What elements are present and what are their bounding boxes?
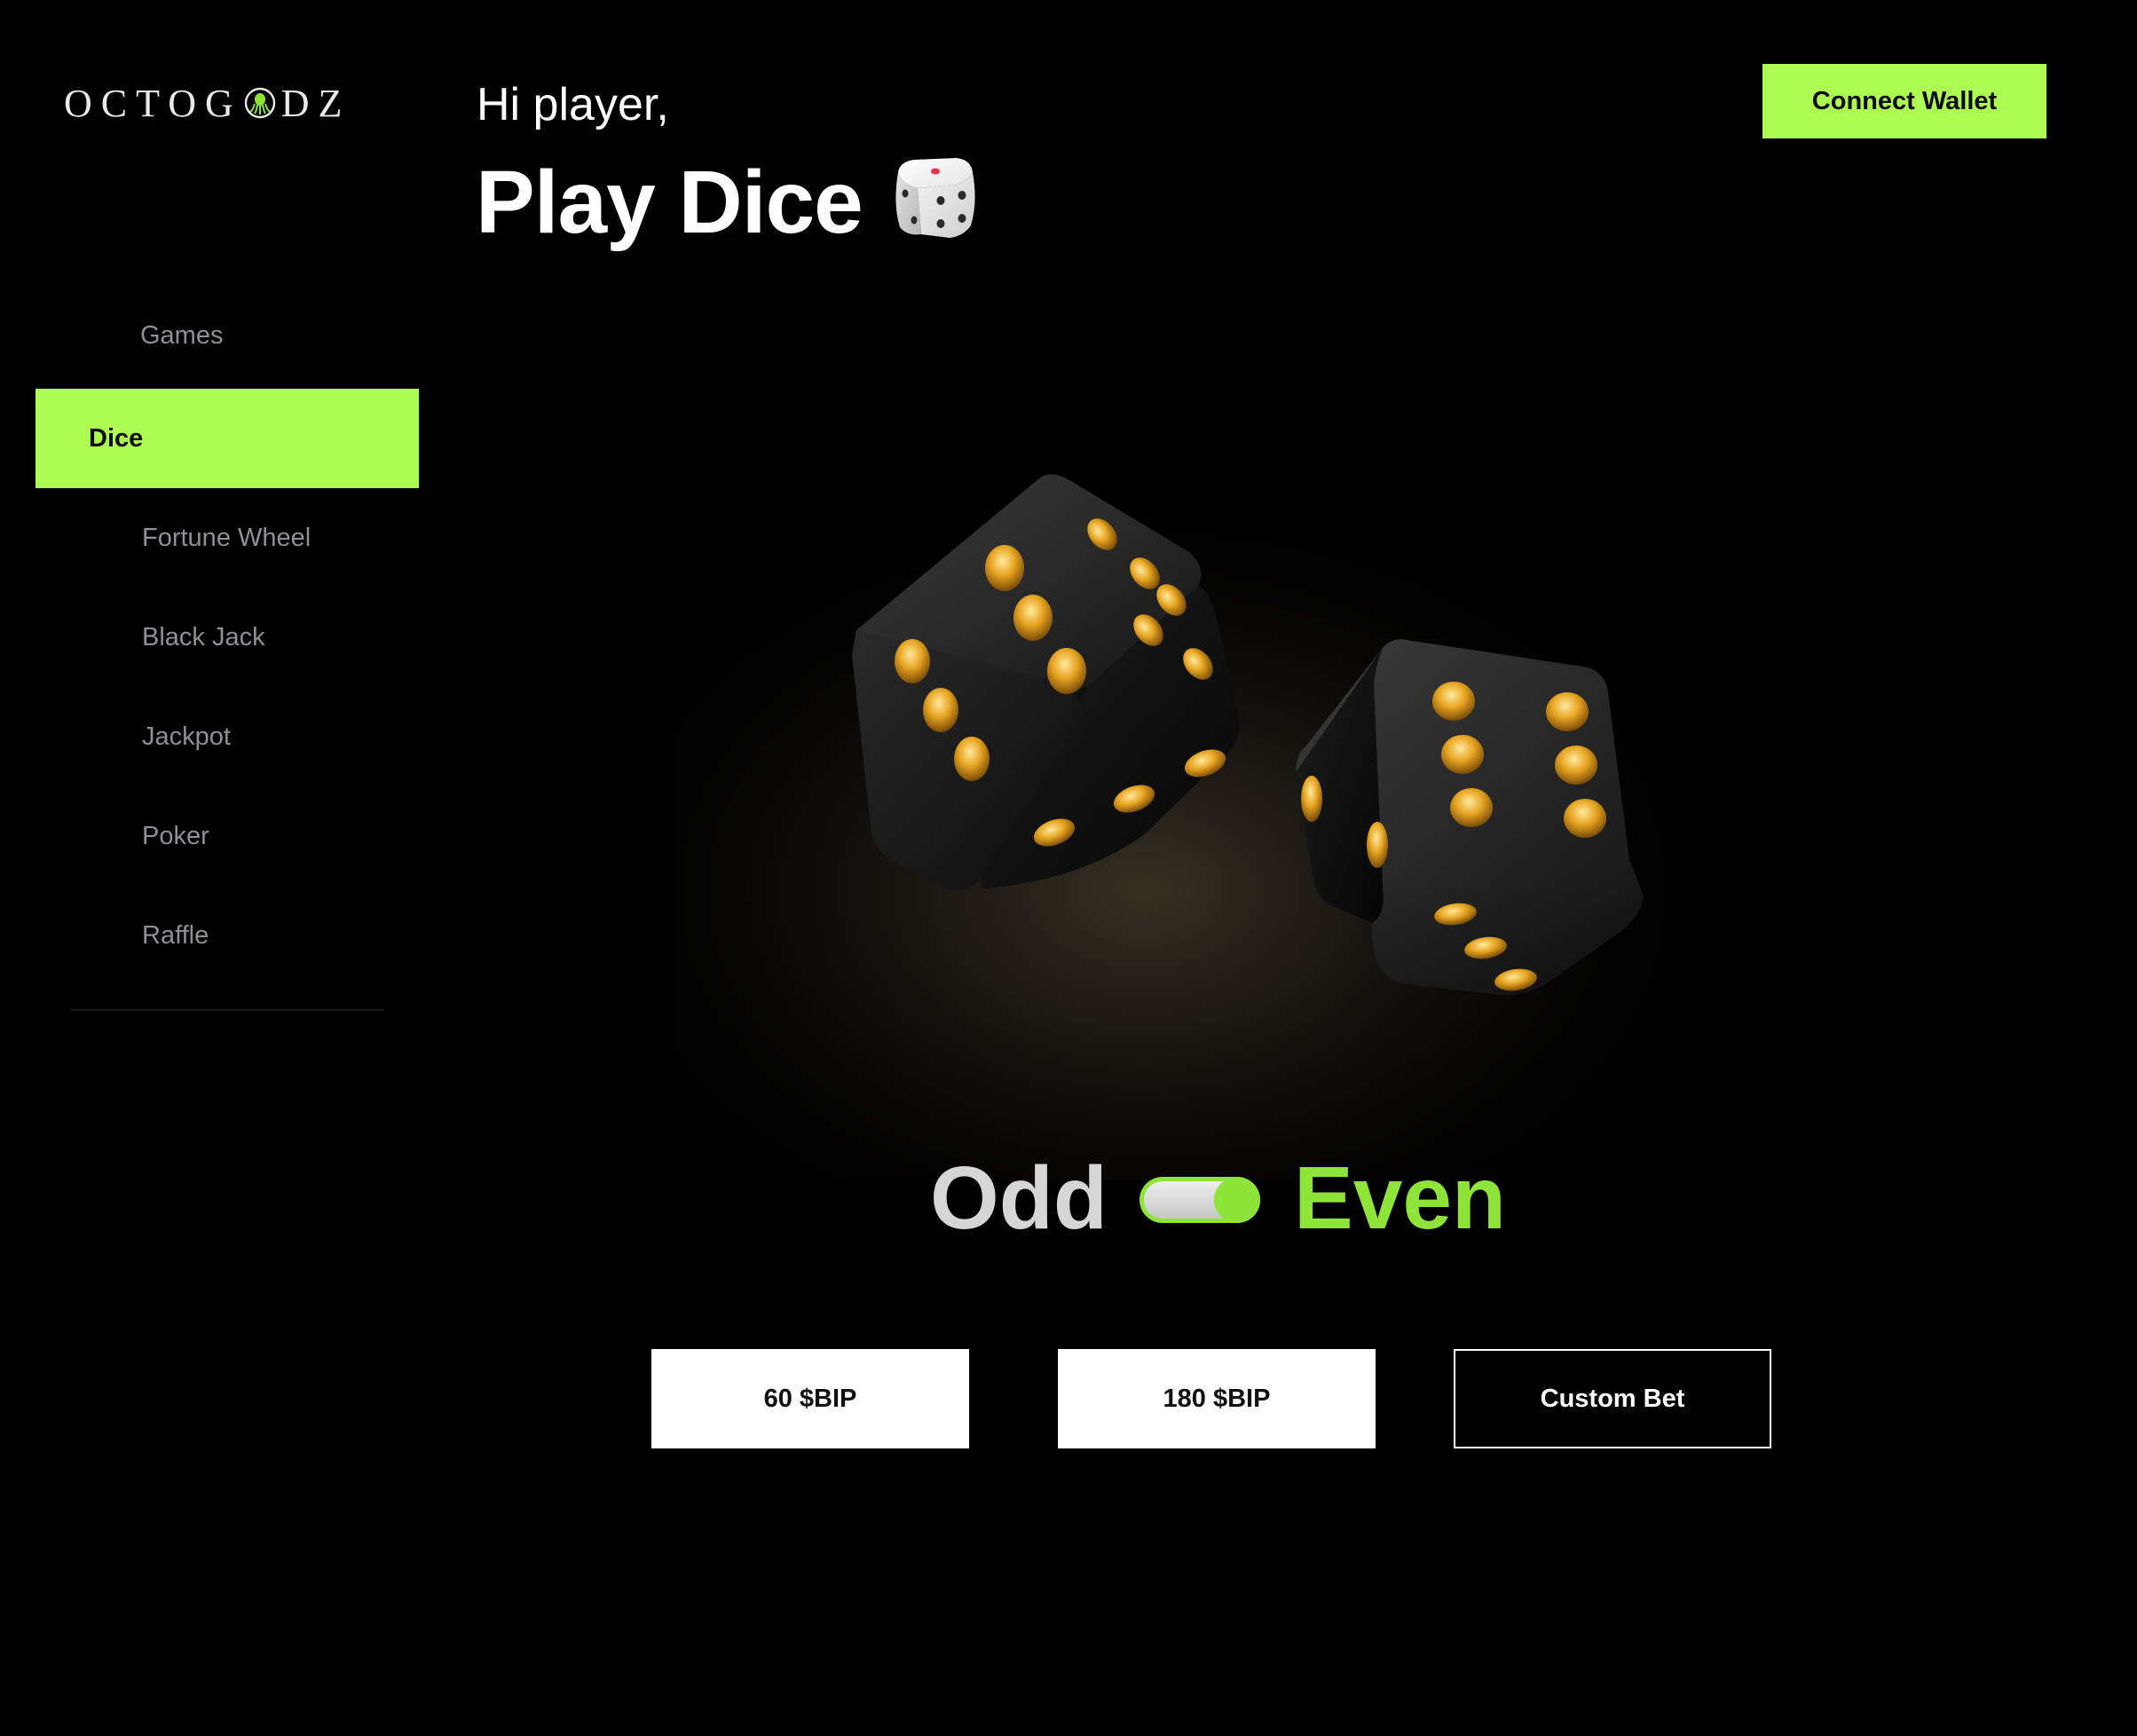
sidebar-item-poker[interactable]: Poker	[35, 786, 419, 886]
page-title: Play Dice	[476, 153, 863, 252]
sidebar-item-label: Poker	[142, 821, 209, 850]
sidebar-item-label: Black Jack	[142, 622, 265, 651]
connect-wallet-button[interactable]: Connect Wallet	[1762, 64, 2046, 138]
die-icon	[895, 158, 975, 238]
brand-logo-image: OCTOG DZ	[64, 81, 351, 125]
dice-illustration	[674, 417, 1793, 1180]
sidebar-item-label: Raffle	[142, 920, 209, 950]
greeting-text: Hi player,	[477, 79, 669, 130]
sidebar-item-label: Fortune Wheel	[142, 523, 311, 552]
bet-180-button[interactable]: 180 $BIP	[1058, 1349, 1376, 1448]
custom-bet-button[interactable]: Custom Bet	[1454, 1349, 1771, 1448]
sidebar-item-label: Dice	[89, 423, 144, 453]
sidebar-divider	[71, 1009, 383, 1011]
toggle-track	[1144, 1177, 1260, 1223]
sidebar-item-jackpot[interactable]: Jackpot	[35, 687, 419, 786]
octopus-icon	[244, 87, 275, 119]
even-label[interactable]: Even	[1294, 1145, 1506, 1251]
odd-label[interactable]: Odd	[930, 1145, 1108, 1251]
bet-60-button[interactable]: 60 $BIP	[651, 1349, 969, 1448]
sidebar-item-label: Jackpot	[142, 722, 231, 751]
brand-logo[interactable]: OCTOG DZ	[64, 78, 351, 128]
sidebar-item-fortune-wheel[interactable]: Fortune Wheel	[35, 488, 419, 588]
sidebar-nav: Dice Fortune Wheel Black Jack Jackpot Po…	[35, 389, 419, 985]
odd-even-toggle[interactable]	[1139, 1177, 1260, 1223]
sidebar-item-raffle[interactable]: Raffle	[35, 886, 419, 985]
sidebar-item-dice[interactable]: Dice	[35, 389, 419, 488]
toggle-knob	[1214, 1177, 1260, 1223]
sidebar-item-black-jack[interactable]: Black Jack	[35, 588, 419, 687]
sidebar-heading: Games	[140, 321, 224, 350]
